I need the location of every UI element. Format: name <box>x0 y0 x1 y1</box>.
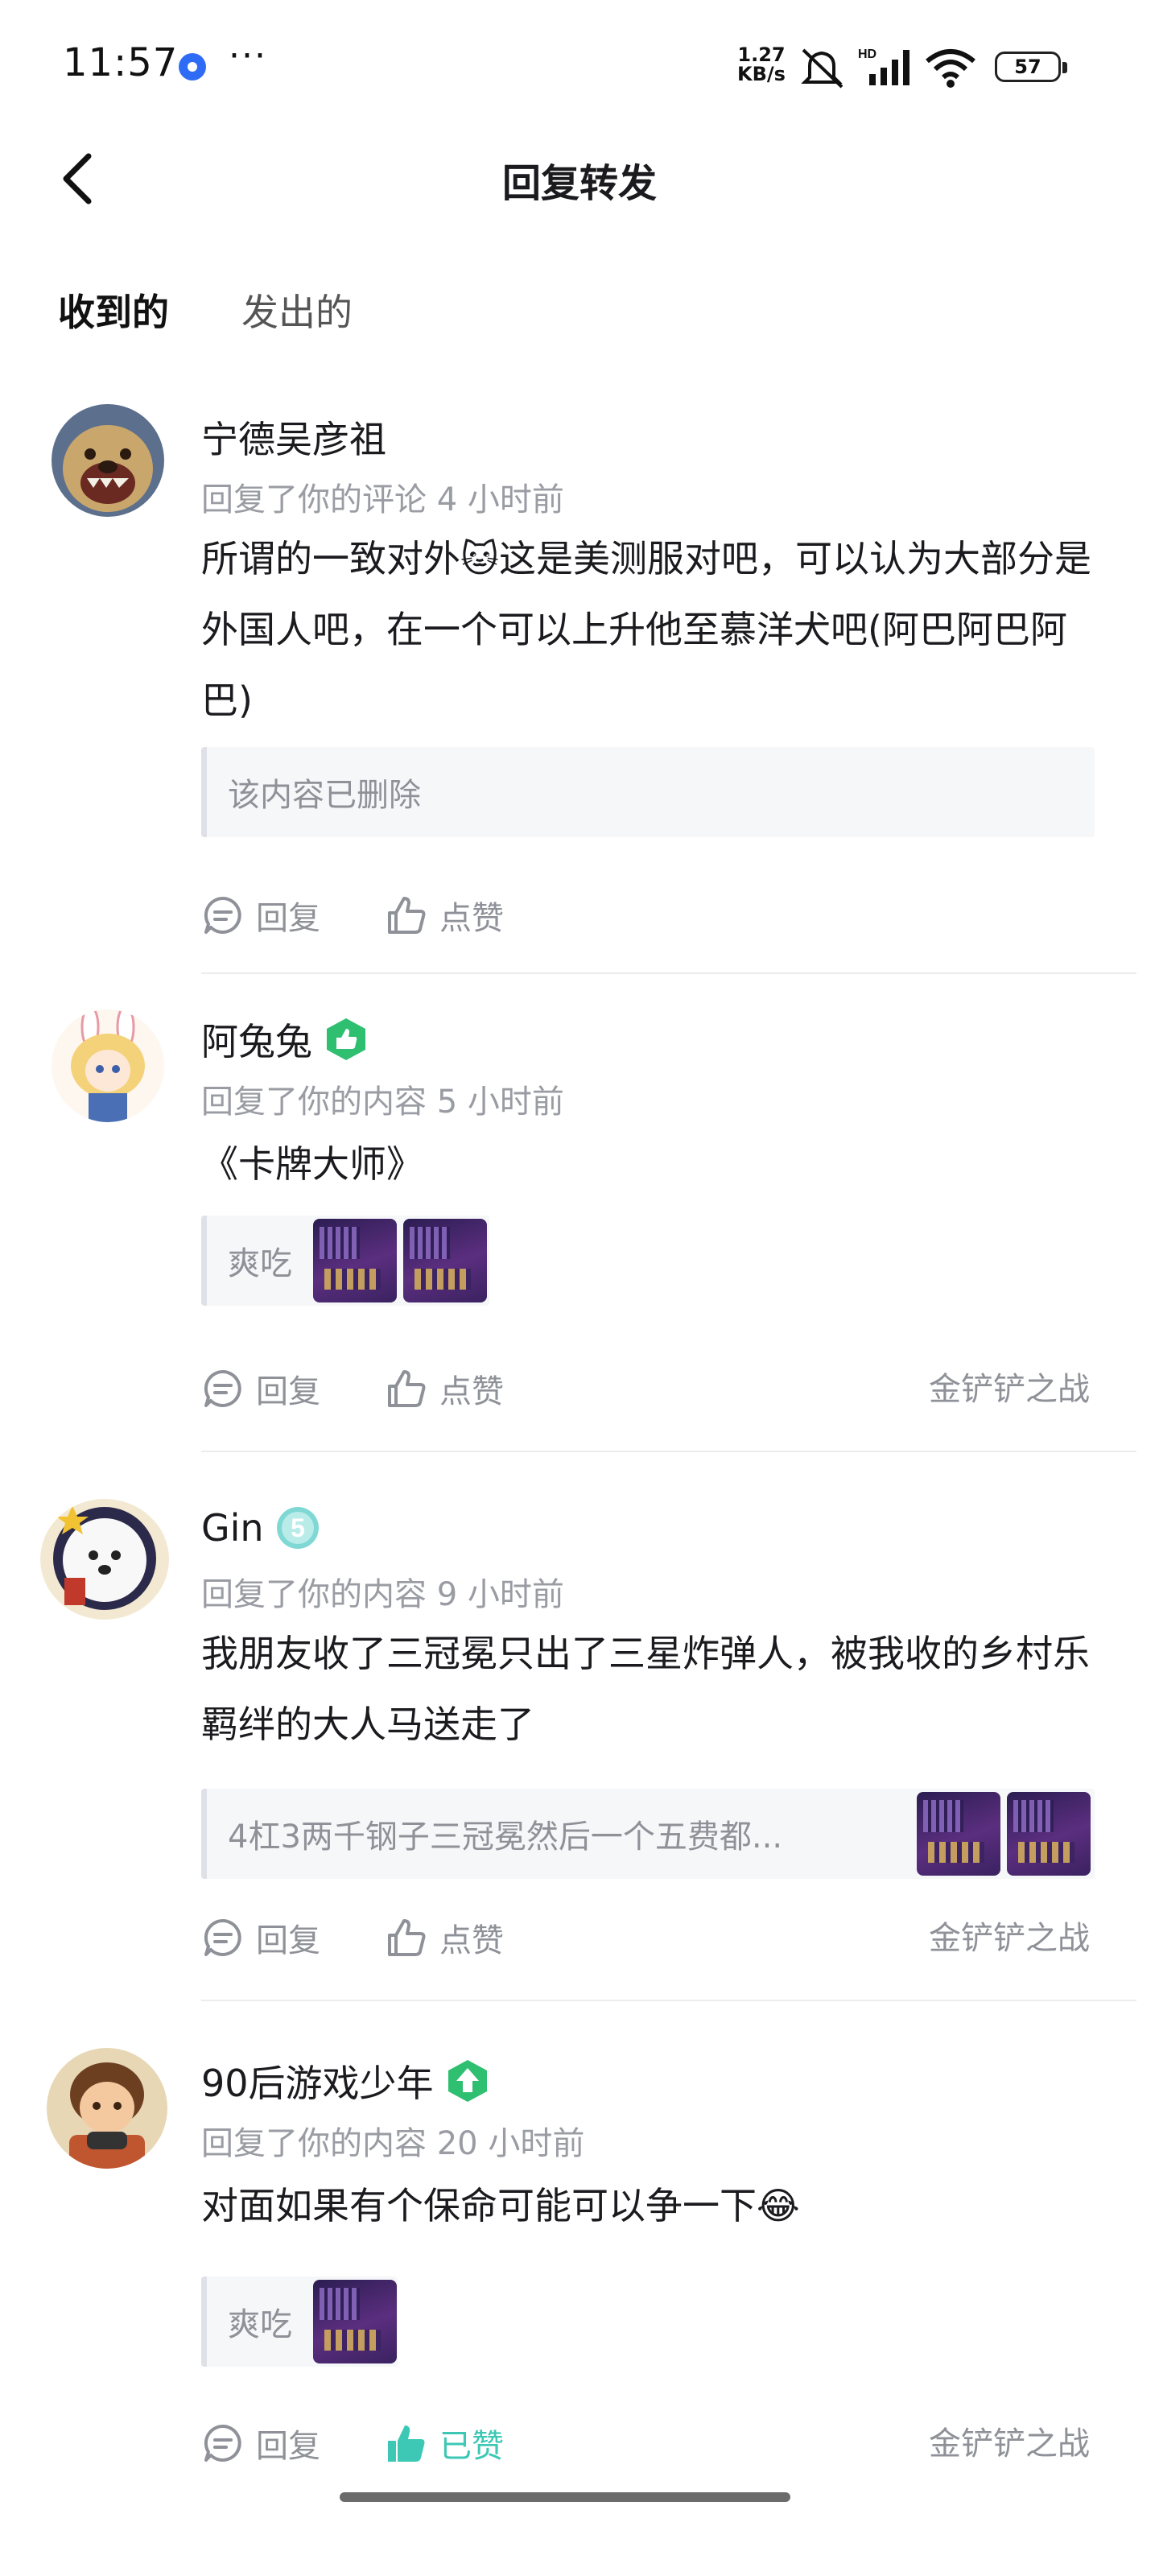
reply-meta: 回复了你的评论 4 小时前 <box>201 481 564 518</box>
reply-feed: 宁德吴彦祖 回复了你的评论 4 小时前 所谓的一致对外🐱这是美测服对吧，可以认为… <box>0 386 1159 2500</box>
quoted-content[interactable]: 该内容已删除 <box>201 747 1095 837</box>
reply-button[interactable]: 回复 <box>201 1365 320 1412</box>
username-row: 宁德吴彦祖 <box>201 411 386 464</box>
avatar[interactable] <box>47 2048 167 2169</box>
reply-button[interactable]: 回复 <box>201 1914 320 1961</box>
quote-text: 4杠3两千钢子三冠冕然后一个五费都... <box>228 1818 783 1856</box>
reply-item[interactable]: 阿兔兔 回复了你的内容 5 小时前 《卡牌大师》 爽吃 回复 点赞 金铲铲之战 <box>0 974 1159 1452</box>
topic-tag[interactable]: 金铲铲之战 <box>929 2420 1090 2468</box>
reply-text[interactable]: 对面如果有个保命可能可以争一下😂 <box>201 2170 1095 2241</box>
quoted-content[interactable]: 爽吃 <box>201 1216 489 1306</box>
reply-item[interactable]: 宁德吴彦祖 回复了你的评论 4 小时前 所谓的一致对外🐱这是美测服对吧，可以认为… <box>0 386 1159 974</box>
username-row: 阿兔兔 <box>201 1013 369 1066</box>
status-bar: 11:57 ··· 1.27 KB/s HD 57 <box>0 0 1159 129</box>
app-notification-icon <box>179 53 206 80</box>
liked-button[interactable]: 已赞 <box>385 2420 504 2467</box>
like-button[interactable]: 点赞 <box>385 1914 504 1961</box>
comment-icon <box>204 896 241 934</box>
comment-icon <box>204 1918 241 1956</box>
content-thumbnail[interactable] <box>313 1219 397 1302</box>
level-up-badge-icon <box>448 2060 487 2102</box>
action-bar: 回复 点赞 金铲铲之战 <box>201 1914 1095 1963</box>
content-thumbnail[interactable] <box>917 1792 1000 1876</box>
gamer-boy-avatar-icon <box>47 2048 167 2169</box>
network-speed: 1.27 KB/s <box>737 43 786 85</box>
status-time: 11:57 <box>63 40 179 85</box>
like-label: 点赞 <box>439 1922 504 1959</box>
level-badge-icon <box>327 1018 365 1060</box>
tab-sent[interactable]: 发出的 <box>241 283 353 336</box>
username[interactable]: 宁德吴彦祖 <box>201 411 386 464</box>
quoted-content[interactable]: 爽吃 <box>201 2277 398 2367</box>
reply-label: 回复 <box>256 1373 320 1410</box>
reply-meta: 回复了你的内容 20 小时前 <box>201 2125 585 2162</box>
quote-text: 爽吃 <box>228 1245 292 1282</box>
action-bar: 回复 点赞 金铲铲之战 <box>201 1365 1095 1414</box>
page-title: 回复转发 <box>501 161 657 206</box>
thumbs-up-filled-icon <box>388 2425 425 2462</box>
quote-text: 该内容已删除 <box>228 777 421 814</box>
svg-text:HD: HD <box>858 47 876 61</box>
bunny-girl-avatar-icon <box>52 1009 164 1122</box>
content-thumbnail[interactable] <box>313 2280 397 2363</box>
quote-text: 爽吃 <box>228 2306 292 2343</box>
username-row: Gin 5 <box>201 1505 320 1550</box>
content-thumbnail[interactable] <box>1007 1792 1091 1876</box>
mute-icon <box>801 48 843 89</box>
quoted-content[interactable]: 4杠3两千钢子三冠冕然后一个五费都... <box>201 1789 1095 1879</box>
reply-label: 回复 <box>256 2428 320 2465</box>
hd-signal-icon: HD <box>858 47 909 85</box>
reply-text[interactable]: 所谓的一致对外🐱这是美测服对吧，可以认为大部分是外国人吧，在一个可以上升他至慕洋… <box>201 523 1095 736</box>
level-5-badge-icon: 5 <box>276 1507 319 1549</box>
username[interactable]: 90后游戏少年 <box>201 2054 434 2107</box>
thumbs-up-icon <box>388 1919 426 1956</box>
like-label: 已赞 <box>439 2428 504 2465</box>
svg-text:5: 5 <box>291 1513 305 1542</box>
puppy-avatar-icon <box>40 1499 169 1620</box>
thumbs-up-icon <box>388 897 426 934</box>
reply-text[interactable]: 我朋友收了三冠冕只出了三星炸弹人，被我收的乡村乐羁绊的大人马送走了 <box>201 1618 1095 1760</box>
content-thumbnail[interactable] <box>403 1219 487 1302</box>
like-label: 点赞 <box>439 1373 504 1410</box>
reply-label: 回复 <box>256 900 320 937</box>
comment-icon <box>204 2424 241 2462</box>
username[interactable]: 阿兔兔 <box>201 1013 312 1066</box>
reply-meta: 回复了你的内容 9 小时前 <box>201 1576 564 1613</box>
like-label: 点赞 <box>439 900 504 937</box>
avatar[interactable] <box>52 404 164 517</box>
reply-item[interactable]: Gin 5 回复了你的内容 9 小时前 我朋友收了三冠冕只出了三星炸弹人，被我收… <box>0 1452 1159 2001</box>
username-row: 90后游戏少年 <box>201 2054 490 2107</box>
wifi-icon <box>926 49 975 88</box>
tab-received[interactable]: 收到的 <box>58 283 169 336</box>
dog-avatar-icon <box>52 404 164 517</box>
comment-icon <box>204 1369 241 1407</box>
reply-button[interactable]: 回复 <box>201 2420 320 2467</box>
battery-icon: 57 <box>995 52 1067 82</box>
username[interactable]: Gin <box>201 1506 264 1550</box>
topic-tag[interactable]: 金铲铲之战 <box>929 1365 1090 1414</box>
home-indicator[interactable] <box>340 2492 790 2502</box>
like-button[interactable]: 点赞 <box>385 892 504 939</box>
reply-meta: 回复了你的内容 5 小时前 <box>201 1084 564 1121</box>
avatar[interactable] <box>40 1499 169 1620</box>
action-bar: 回复 已赞 金铲铲之战 <box>201 2420 1095 2468</box>
avatar[interactable] <box>52 1009 164 1122</box>
reply-label: 回复 <box>256 1922 320 1959</box>
like-button[interactable]: 点赞 <box>385 1365 504 1412</box>
thumbs-up-icon <box>388 1370 426 1407</box>
action-bar: 回复 点赞 <box>201 892 1095 940</box>
reply-item[interactable]: 90后游戏少年 回复了你的内容 20 小时前 对面如果有个保命可能可以争一下😂 … <box>0 2001 1159 2500</box>
reply-text[interactable]: 《卡牌大师》 <box>201 1129 1095 1199</box>
reply-button[interactable]: 回复 <box>201 892 320 939</box>
more-notifications-icon: ··· <box>229 35 267 76</box>
topic-tag[interactable]: 金铲铲之战 <box>929 1914 1090 1963</box>
